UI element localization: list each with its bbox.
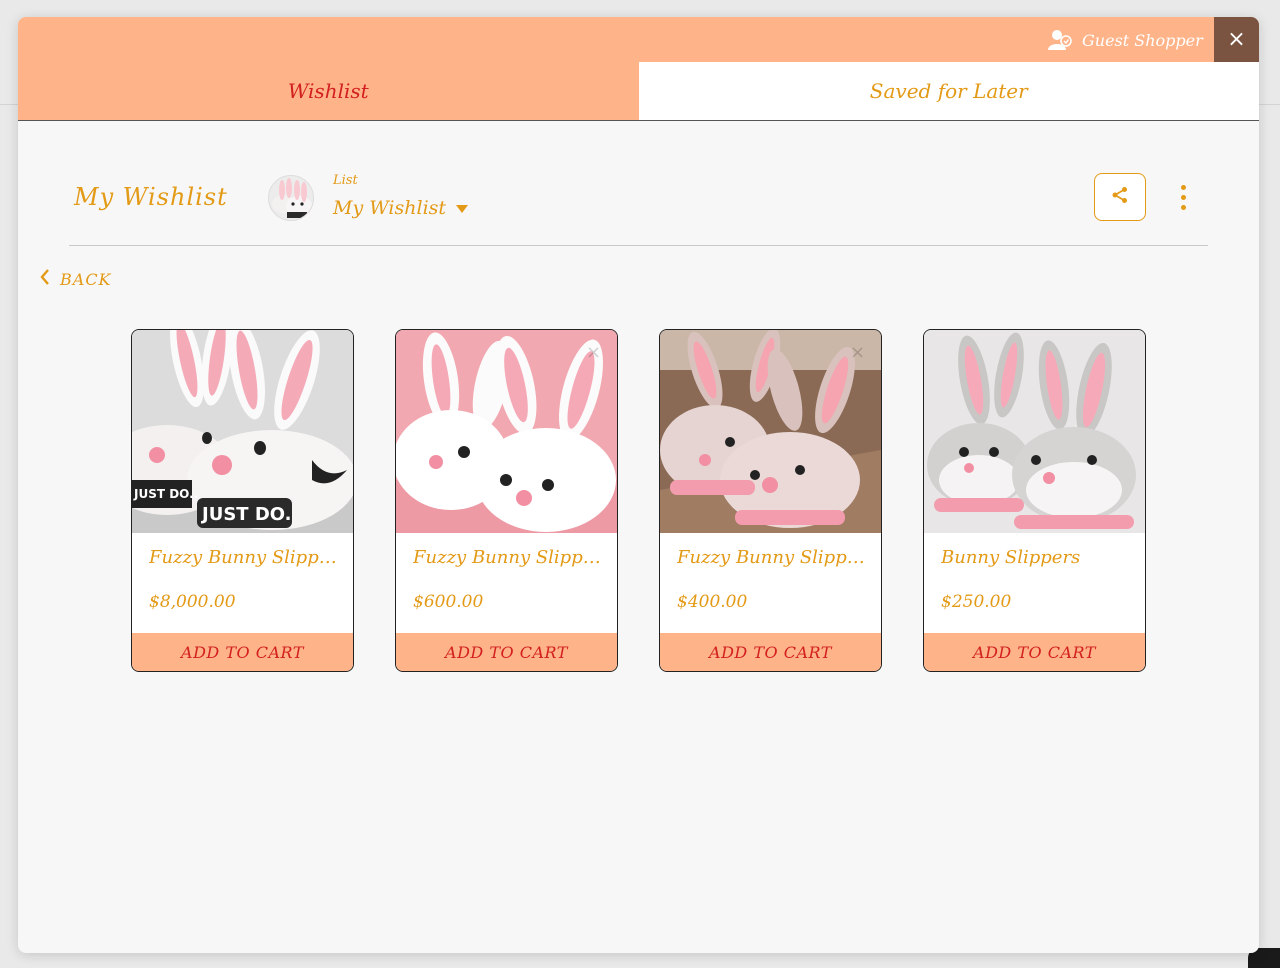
product-price: $600.00 (413, 592, 484, 612)
page-title: My Wishlist (74, 183, 228, 211)
add-to-cart-button[interactable]: ADD TO CART (396, 633, 617, 671)
kebab-dot-icon (1180, 184, 1186, 190)
header-divider (69, 245, 1208, 246)
product-card: × Fuzzy Bunny Slippe... $400.00 ADD TO C… (659, 329, 882, 672)
share-button[interactable] (1094, 173, 1146, 221)
add-to-cart-label: ADD TO CART (181, 642, 304, 662)
product-image[interactable]: JUST DO.. JUST DO. (132, 330, 353, 533)
add-to-cart-button[interactable]: ADD TO CART (132, 633, 353, 671)
svg-text:×: × (850, 342, 865, 363)
tab-wishlist-label: Wishlist (287, 79, 369, 103)
product-price: $400.00 (677, 592, 748, 612)
list-label: List (333, 173, 358, 188)
product-image[interactable] (924, 330, 1145, 533)
list-select-value: My Wishlist (333, 197, 447, 219)
kebab-dot-icon (1180, 194, 1186, 200)
svg-text:JUST DO.: JUST DO. (200, 504, 292, 525)
svg-text:JUST DO..: JUST DO.. (133, 487, 198, 501)
tab-wishlist[interactable]: Wishlist (18, 62, 639, 120)
add-to-cart-label: ADD TO CART (709, 642, 832, 662)
product-card: JUST DO.. JUST DO. Fuzzy Bunny Slippe...… (131, 329, 354, 672)
guest-shopper-indicator[interactable]: Guest Shopper (1048, 27, 1203, 53)
guest-shopper-label: Guest Shopper (1082, 30, 1203, 50)
list-avatar (268, 175, 314, 221)
kebab-dot-icon (1180, 204, 1186, 210)
product-price: $250.00 (941, 592, 1012, 612)
product-card: × Fuzzy Bunny Slippe... $600.00 ADD TO C… (395, 329, 618, 672)
product-image[interactable]: × (396, 330, 617, 533)
wishlist-tabs: Wishlist Saved for Later (18, 62, 1259, 121)
wishlist-header: My Wishlist List My Wishlist (18, 167, 1259, 237)
product-price: $8,000.00 (149, 592, 236, 612)
product-name[interactable]: Fuzzy Bunny Slippe... (149, 547, 339, 568)
product-name[interactable]: Fuzzy Bunny Slippe... (413, 547, 603, 568)
back-label: BACK (60, 269, 112, 289)
close-button[interactable]: × (1214, 17, 1259, 62)
add-to-cart-label: ADD TO CART (973, 642, 1096, 662)
product-name[interactable]: Bunny Slippers (941, 547, 1131, 568)
svg-text:×: × (586, 342, 601, 363)
tab-saved-for-later[interactable]: Saved for Later (638, 62, 1259, 120)
user-icon (1048, 29, 1072, 51)
more-options-button[interactable] (1168, 179, 1198, 215)
product-image[interactable]: × (660, 330, 881, 533)
tab-saved-for-later-label: Saved for Later (869, 79, 1028, 103)
product-name[interactable]: Fuzzy Bunny Slippe... (677, 547, 867, 568)
share-icon (1111, 186, 1129, 208)
add-to-cart-label: ADD TO CART (445, 642, 568, 662)
product-grid: JUST DO.. JUST DO. Fuzzy Bunny Slippe...… (131, 329, 1151, 673)
wishlist-modal: Guest Shopper × Wishlist Saved for Later… (18, 17, 1259, 953)
close-icon: × (1227, 27, 1246, 52)
list-select-dropdown[interactable]: My Wishlist (333, 197, 469, 219)
add-to-cart-button[interactable]: ADD TO CART (924, 633, 1145, 671)
add-to-cart-button[interactable]: ADD TO CART (660, 633, 881, 671)
chevron-left-icon (40, 269, 50, 289)
product-card: Bunny Slippers $250.00 ADD TO CART (923, 329, 1146, 672)
caret-down-icon (456, 205, 469, 213)
back-button[interactable]: BACK (40, 269, 112, 289)
